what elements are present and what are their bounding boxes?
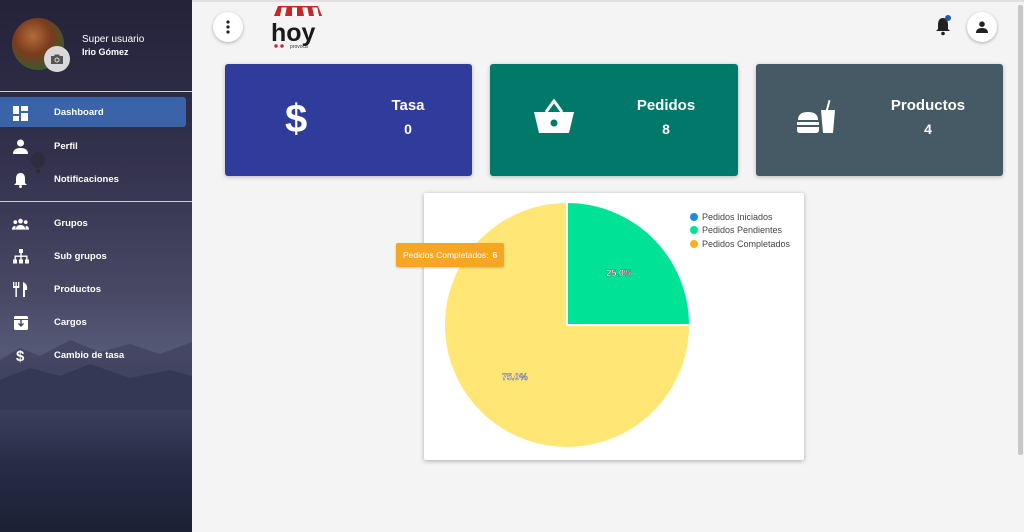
stat-card-pedidos[interactable]: Pedidos 8	[490, 64, 738, 176]
bell-icon	[12, 171, 29, 188]
svg-text:$: $	[16, 348, 25, 364]
sidebar-item-label: Sub grupos	[54, 251, 107, 262]
user-name: Irio Gómez	[82, 47, 129, 57]
sidebar-item-label: Productos	[54, 284, 101, 295]
legend-marker	[690, 212, 698, 221]
divider	[0, 91, 192, 92]
legend-item[interactable]: Pedidos Completados	[690, 237, 790, 251]
people-icon	[12, 215, 29, 232]
person-icon	[12, 138, 29, 155]
legend-label: Pedidos Pendientes	[702, 225, 783, 236]
basket-icon	[532, 96, 576, 138]
restaurant-icon	[12, 281, 29, 298]
tooltip-label: Pedidos Completados:	[403, 250, 489, 260]
card-value: 4	[924, 121, 932, 137]
svg-text:hoy: hoy	[271, 19, 316, 47]
sidebar-item-label: Cambio de tasa	[54, 350, 125, 361]
pie-slice[interactable]	[566, 200, 692, 326]
more-vert-icon	[226, 20, 230, 34]
legend-marker	[690, 239, 698, 248]
archive-icon	[12, 314, 29, 331]
legend-label: Pedidos Completados	[702, 238, 791, 249]
scrollbar[interactable]	[1018, 5, 1023, 455]
chart-tooltip: Pedidos Completados: 6	[396, 243, 505, 267]
logo-icon: hoy provoca	[271, 6, 322, 50]
sidebar-item-grupos[interactable]: Grupos	[0, 207, 192, 240]
slice-label: 25.0%	[606, 268, 632, 278]
chart-legend: Pedidos Iniciados Pedidos Pendientes Ped…	[690, 210, 790, 251]
svg-text:provoca: provoca	[290, 44, 308, 50]
camera-icon[interactable]	[44, 46, 70, 72]
sidebar-item-sub-grupos[interactable]: Sub grupos	[0, 240, 192, 273]
sidebar-item-label: Cargos	[54, 317, 87, 328]
chart-panel: 25.0% 75.0% Pedidos Iniciados Pedidos Pen…	[424, 193, 804, 460]
stat-card-tasa[interactable]: $ Tasa 0	[225, 64, 472, 176]
sidebar: Super usuario Irio Gómez Dashboard Perfi…	[0, 0, 192, 532]
person-icon	[976, 21, 988, 33]
hierarchy-icon	[12, 248, 29, 265]
card-title: Tasa	[391, 97, 425, 114]
legend-item[interactable]: Pedidos Pendientes	[690, 224, 790, 238]
sidebar-item-dashboard[interactable]: Dashboard	[0, 97, 186, 127]
more-menu-button[interactable]	[213, 12, 243, 42]
sidebar-item-label: Dashboard	[54, 106, 104, 118]
sidebar-item-cargos[interactable]: Cargos	[0, 306, 192, 339]
card-title: Productos	[890, 97, 966, 114]
sidebar-item-cambio-de-tasa[interactable]: $ Cambio de tasa	[0, 339, 192, 372]
svg-text:$: $	[285, 97, 307, 138]
sidebar-item-label: Notificaciones	[54, 174, 119, 185]
card-value: 0	[404, 121, 412, 137]
profile-button[interactable]	[967, 12, 997, 42]
top-border	[192, 0, 1024, 2]
fastfood-icon	[794, 96, 838, 138]
tooltip-value: 6	[492, 250, 498, 260]
sidebar-item-notificaciones[interactable]: Notificaciones	[0, 163, 192, 196]
legend-item[interactable]: Pedidos Iniciados	[690, 210, 790, 224]
sidebar-item-label: Perfil	[54, 141, 78, 152]
card-value: 8	[662, 121, 670, 137]
dollar-icon: $	[12, 347, 29, 364]
notification-badge	[945, 15, 951, 21]
sidebar-item-label: Grupos	[54, 218, 88, 229]
slice-label: 75.0%	[502, 372, 528, 382]
logo[interactable]: hoy provoca	[268, 4, 328, 50]
legend-label: Pedidos Iniciados	[702, 211, 773, 222]
card-title: Pedidos	[636, 97, 696, 114]
dollar-icon: $	[277, 96, 319, 138]
dashboard-icon	[12, 105, 29, 122]
sidebar-item-productos[interactable]: Productos	[0, 273, 192, 306]
stat-card-productos[interactable]: Productos 4	[756, 64, 1003, 176]
user-role: Super usuario	[82, 34, 145, 45]
legend-marker	[690, 226, 698, 235]
user-profile: Super usuario Irio Gómez	[0, 0, 192, 91]
sidebar-item-perfil[interactable]: Perfil	[0, 130, 192, 163]
